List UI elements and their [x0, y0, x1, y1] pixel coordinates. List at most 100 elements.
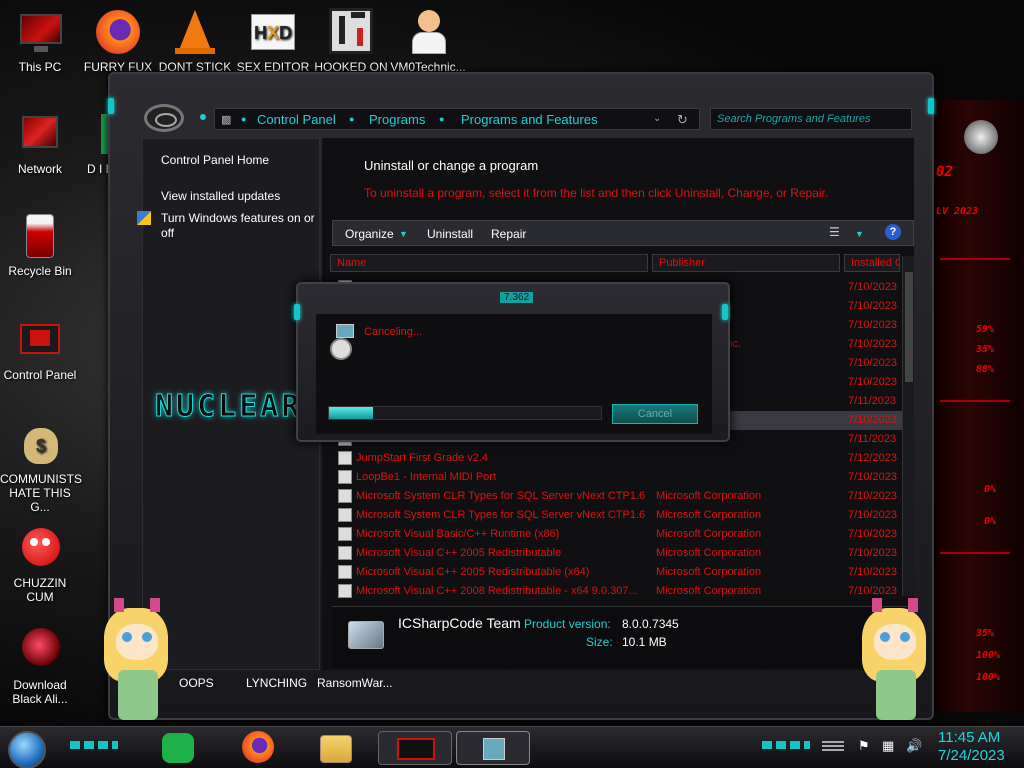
taskbar-programs-features-icon[interactable]	[456, 731, 530, 765]
chevron-right-icon: ●	[241, 114, 247, 124]
search-input[interactable]: Search Programs and Features	[710, 108, 912, 130]
widget-line	[940, 258, 1010, 260]
program-name: LoopBe1 - Internal MIDI Port	[356, 471, 497, 483]
program-installed-date: 7/10/2023	[848, 566, 897, 578]
desktop-icon-chuzzin[interactable]: CHUZZIN CUM	[0, 524, 80, 604]
flag-icon[interactable]: ⚑	[858, 738, 870, 754]
program-installed-date: 7/10/2023	[848, 414, 897, 426]
nuclear-logo: NUCLEAR	[154, 389, 303, 425]
desktop-icon-furry-fux[interactable]: FURRY FUX	[78, 8, 158, 74]
desktop-icon-vm0technic[interactable]: VM0Technic...	[388, 8, 468, 74]
taskbar-file-explorer-icon[interactable]	[320, 735, 352, 763]
help-icon[interactable]: ?	[885, 224, 901, 240]
uninstall-progress-dialog: 7.362 Canceling... Cancel	[294, 282, 730, 442]
nav-windows-features[interactable]: Turn Windows features on or off	[161, 211, 317, 241]
desktop-icon-control-panel[interactable]: Control Panel	[0, 316, 80, 382]
breadcrumb-control-panel[interactable]: Control Panel	[257, 112, 336, 127]
organize-button[interactable]: Organize	[345, 227, 394, 241]
table-row[interactable]: Microsoft System CLR Types for SQL Serve…	[332, 506, 906, 525]
chuzzle-icon	[16, 524, 64, 572]
desktop-icon-this-pc[interactable]: This PC	[0, 8, 80, 74]
widget-text: 100%	[976, 650, 1001, 661]
table-row[interactable]: LoopBe1 - Internal MIDI Port 7/10/2023	[332, 468, 906, 487]
details-size-label: Size:	[586, 635, 613, 649]
address-bar[interactable]: ▩ ● Control Panel ● Programs ● Programs …	[214, 108, 700, 130]
program-name: Microsoft Visual C++ 2005 Redistributabl…	[356, 566, 590, 578]
desktop-icon-label: Recycle Bin	[8, 264, 72, 278]
program-icon	[338, 451, 352, 465]
network-icon[interactable]: ▦	[882, 738, 894, 754]
program-icon	[338, 565, 352, 579]
nav-view-installed-updates[interactable]: View installed updates	[161, 189, 280, 203]
program-icon	[338, 470, 352, 484]
desktop-icon-hooked-on[interactable]: HOOKED ON	[311, 8, 391, 74]
cancel-button[interactable]: Cancel	[612, 404, 698, 424]
program-installed-date: 7/10/2023	[848, 281, 897, 293]
black-ali-icon	[16, 626, 64, 674]
table-row[interactable]: JumpStart First Grade v2.4 7/12/2023	[332, 449, 906, 468]
monitor-icon	[16, 8, 64, 56]
dialog-title: 7.362	[500, 292, 534, 303]
desktop-icon-label: Download Black Ali...	[12, 678, 68, 706]
status-dot-icon	[200, 114, 206, 120]
chevron-down-icon[interactable]: ▼	[855, 229, 864, 239]
show-hidden-icons-icon[interactable]	[822, 741, 844, 753]
chevron-right-icon: ●	[349, 114, 355, 124]
doctor-icon	[404, 8, 452, 56]
taskbar-firefox-icon[interactable]	[242, 731, 274, 763]
widget-text: 02	[936, 164, 953, 180]
vertical-scrollbar[interactable]	[902, 256, 914, 596]
program-installed-date: 7/11/2023	[848, 433, 897, 445]
view-options-icon[interactable]: ☰	[829, 225, 840, 239]
desktop-icon-sex-editor[interactable]: HXD SEX EDITOR	[233, 8, 313, 74]
taskbar-notes-icon[interactable]	[162, 733, 194, 763]
refresh-icon[interactable]: ↻	[677, 112, 688, 128]
dropdown-chevron-icon[interactable]: ⌄	[653, 113, 661, 124]
breadcrumb-programs[interactable]: Programs	[369, 112, 425, 127]
program-installed-date: 7/10/2023	[848, 528, 897, 540]
widget-text: 100%	[976, 672, 1001, 683]
taskbar-control-panel-icon[interactable]	[378, 731, 452, 765]
details-version-label: Product version:	[524, 617, 611, 631]
program-publisher: Microsoft Corporation	[656, 566, 762, 578]
volume-icon[interactable]: 🔊	[906, 738, 922, 754]
clock-time[interactable]: 11:45 AM	[938, 729, 1000, 746]
column-header-installed-on[interactable]: Installed On	[844, 254, 900, 272]
installer-icon	[330, 324, 356, 360]
program-name: Microsoft Visual C++ 2008 Redistributabl…	[356, 585, 638, 597]
program-installed-date: 7/10/2023	[848, 300, 897, 312]
table-row[interactable]: Microsoft Visual C++ 2008 Redistributabl…	[332, 582, 906, 598]
table-row[interactable]: Microsoft Visual Basic/C++ Runtime (x86)…	[332, 525, 906, 544]
table-row[interactable]: Microsoft Visual C++ 2005 Redistributabl…	[332, 544, 906, 563]
program-publisher: Microsoft Corporation	[656, 528, 762, 540]
table-row[interactable]: Microsoft Visual C++ 2005 Redistributabl…	[332, 563, 906, 582]
breadcrumb-programs-features[interactable]: Programs and Features	[461, 112, 598, 127]
widget-text: 0%	[984, 484, 997, 495]
program-publisher: Microsoft Corporation	[656, 490, 762, 502]
desktop-label-ransomware[interactable]: RansomWar...	[317, 676, 393, 690]
desktop-icon-communists[interactable]: $ COMMUNISTS HATE THIS G...	[0, 420, 82, 514]
repair-button[interactable]: Repair	[491, 227, 526, 241]
money-bag-icon: $	[16, 420, 64, 468]
table-row[interactable]: Microsoft System CLR Types for SQL Serve…	[332, 487, 906, 506]
widget-text: LV 2023	[936, 206, 979, 217]
desktop-icon-dont-stick[interactable]: DONT STICK	[155, 8, 235, 74]
nav-control-panel-home[interactable]: Control Panel Home	[161, 153, 269, 167]
desktop-icon-download-black[interactable]: Download Black Ali...	[0, 626, 80, 706]
start-button[interactable]	[8, 731, 46, 768]
program-name: Microsoft System CLR Types for SQL Serve…	[356, 509, 646, 521]
back-forward-icon[interactable]	[144, 104, 184, 132]
uninstall-button[interactable]: Uninstall	[427, 227, 473, 241]
program-installed-date: 7/10/2023	[848, 357, 897, 369]
clock-date[interactable]: 7/24/2023	[938, 747, 1005, 764]
column-header-publisher[interactable]: Publisher	[652, 254, 840, 272]
desktop-icon-recycle-bin[interactable]: Recycle Bin	[0, 212, 80, 278]
program-icon	[338, 489, 352, 503]
taskbar-accent	[762, 741, 810, 749]
desktop-label-lynching[interactable]: LYNCHING	[246, 676, 307, 690]
program-installed-date: 7/10/2023	[848, 319, 897, 331]
column-header-name[interactable]: Name	[330, 254, 648, 272]
desktop-icon-label: COMMUNISTS HATE THIS G...	[0, 472, 82, 514]
scroll-thumb[interactable]	[905, 272, 913, 382]
page-heading: Uninstall or change a program	[364, 158, 539, 173]
